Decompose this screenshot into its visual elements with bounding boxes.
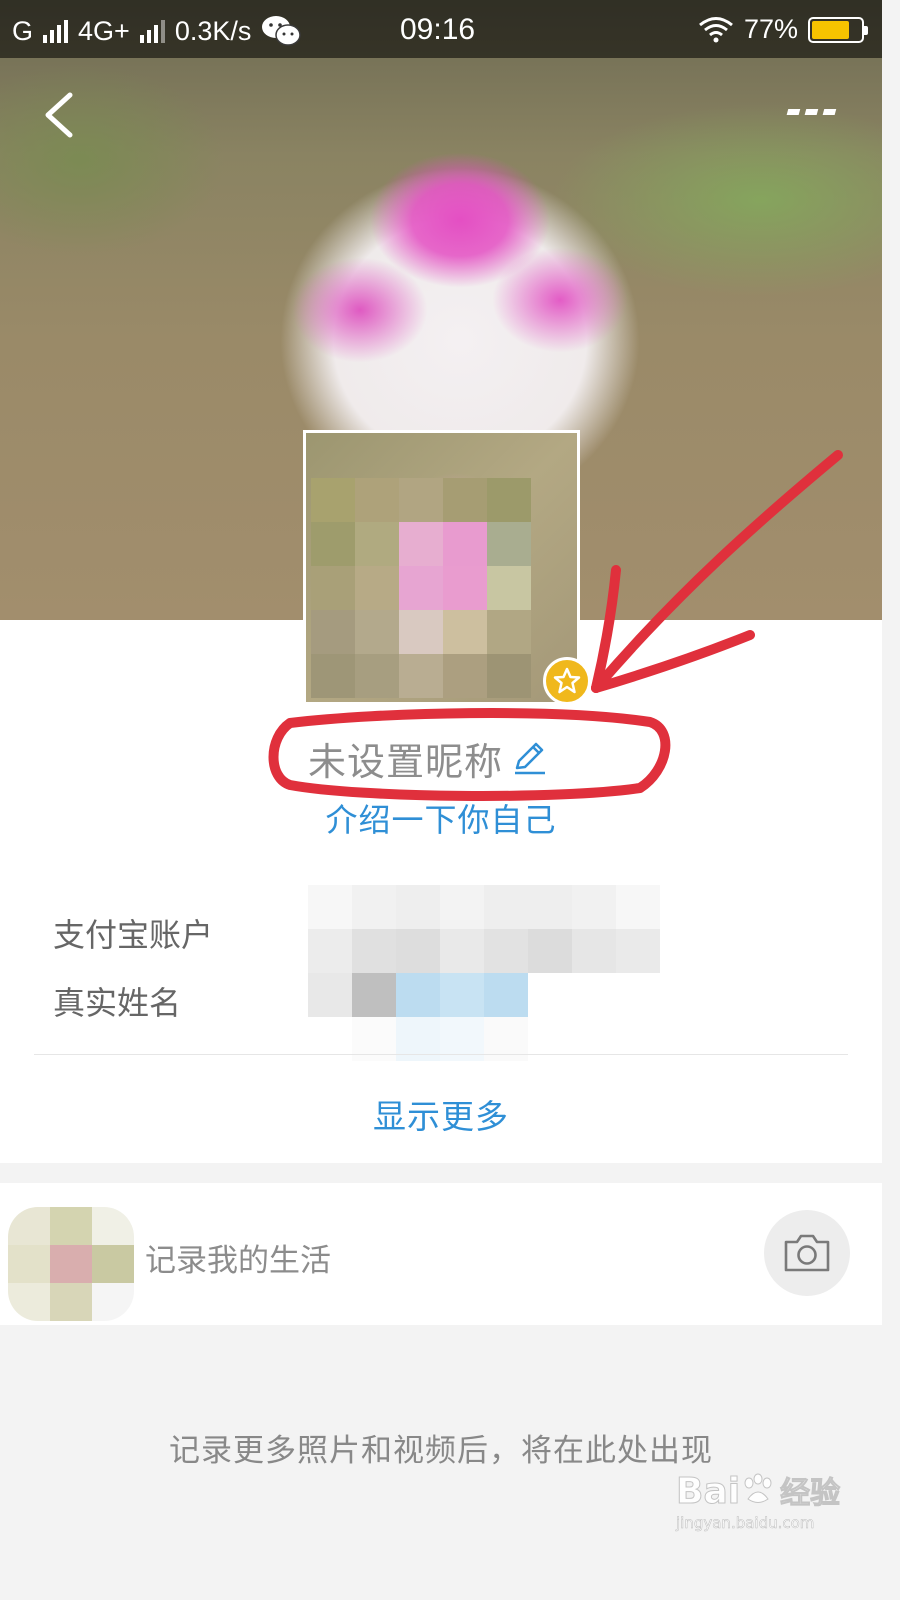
battery-icon [808,16,868,43]
record-life-prompt[interactable]: 记录我的生活 [145,1235,331,1280]
divider [34,1054,848,1055]
net-speed-label: 0.3K/s [174,15,252,46]
real-name-label: 真实姓名 [53,984,182,1022]
star-icon [553,667,581,694]
watermark-brand-cn: 经验 [780,1476,841,1512]
baidu-jingyan-watermark: Bai 经验 jingyan.baidu.com [675,1468,856,1558]
watermark-brand: Bai [675,1471,741,1513]
paw-icon [744,1473,772,1503]
signal-icon [43,19,69,43]
pencil-icon[interactable] [509,738,549,778]
wechat-icon [262,16,302,46]
nickname: 未设置昵称 [308,739,504,784]
back-button[interactable] [30,85,90,145]
nickname-row[interactable]: 未设置昵称 [308,733,549,784]
show-more-link[interactable]: 显示更多 [0,1090,882,1138]
avatar-pixelated [311,478,531,698]
alipay-account-label: 支付宝账户 [53,916,214,954]
account-info-pixelated [308,885,660,1061]
empty-hint: 记录更多照片和视频后，将在此处出现 [169,1433,713,1469]
section-gap [0,1163,882,1183]
user-avatar-small [8,1207,134,1321]
avatar[interactable] [303,430,580,705]
carrier-1-label: G [12,15,34,46]
chevron-left-icon [45,92,73,138]
intro-link[interactable]: 介绍一下你自己 [0,795,882,841]
battery-percent: 77% [743,14,798,44]
profile-screen: G 4G+ 0.3K/s 09:16 77% 未设置昵称 介绍一下你自己 支付宝… [0,0,882,1568]
more-dots-icon [786,109,837,115]
more-button[interactable] [780,95,850,135]
signal-icon [139,19,165,43]
watermark-url: jingyan.baidu.com [676,1514,815,1533]
carrier-2-label: 4G+ [78,15,130,46]
wifi-icon [699,16,733,42]
camera-button[interactable] [764,1210,850,1296]
clock: 09:16 [400,13,476,46]
vip-badge[interactable] [543,657,591,705]
camera-icon [784,1234,830,1272]
status-bar: G 4G+ 0.3K/s 09:16 77% [0,0,882,58]
